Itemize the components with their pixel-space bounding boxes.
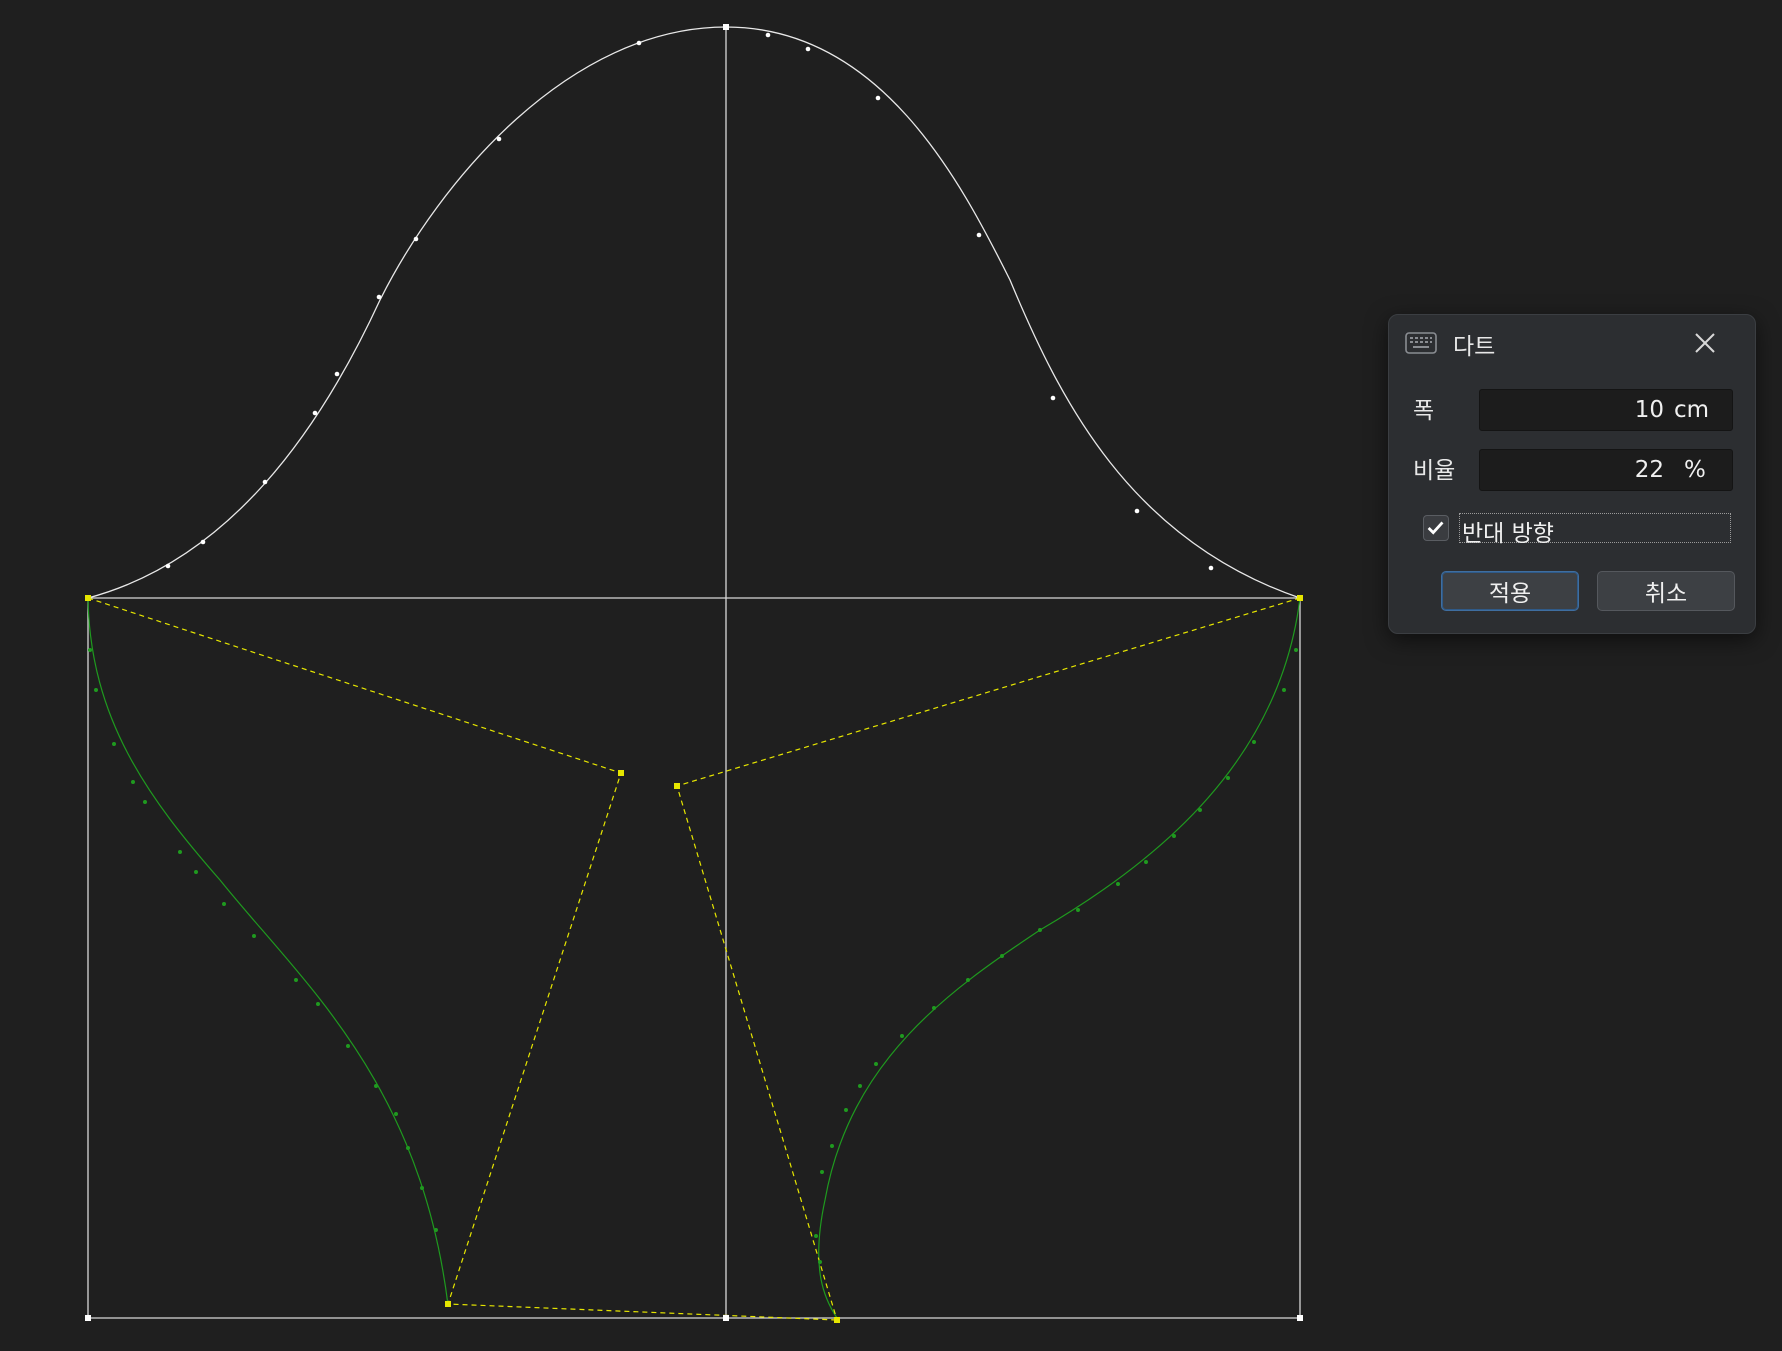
ratio-value: 22 — [1634, 457, 1664, 483]
dialog-title: 다트 — [1453, 334, 1496, 360]
pattern-canvas[interactable] — [0, 0, 1782, 1351]
width-input[interactable]: 10 cm — [1479, 389, 1733, 431]
ratio-unit: % — [1684, 457, 1706, 483]
dart-dialog: 다트 폭 10 cm 비율 22 % 반대 방향 적용 취소 — [1388, 314, 1756, 634]
ratio-input[interactable]: 22 % — [1479, 449, 1733, 491]
ratio-label: 비율 — [1413, 458, 1456, 484]
dart-guide-right[interactable] — [676, 597, 1301, 1321]
width-label: 폭 — [1413, 398, 1435, 424]
cap-curve[interactable] — [87, 26, 1301, 599]
curve-points[interactable] — [88, 648, 1298, 1264]
right-side-curve[interactable] — [818, 597, 1301, 1319]
dart-guide-left[interactable] — [87, 597, 838, 1321]
dialog-header[interactable]: 다트 — [1389, 315, 1755, 371]
dart-points[interactable] — [85, 595, 1303, 1323]
apply-button[interactable]: 적용 — [1441, 571, 1579, 611]
cancel-button[interactable]: 취소 — [1597, 571, 1735, 611]
close-icon[interactable] — [1689, 327, 1721, 359]
left-side-curve[interactable] — [87, 597, 449, 1306]
width-value: 10 — [1634, 397, 1664, 423]
cap-control-points[interactable] — [165, 24, 1214, 571]
width-unit: cm — [1674, 397, 1710, 423]
reverse-checkbox[interactable] — [1423, 515, 1449, 541]
check-icon — [1427, 521, 1444, 535]
reverse-label-box[interactable]: 반대 방향 — [1459, 513, 1731, 547]
keyboard-icon — [1405, 332, 1437, 354]
reverse-label: 반대 방향 — [1462, 521, 1554, 547]
